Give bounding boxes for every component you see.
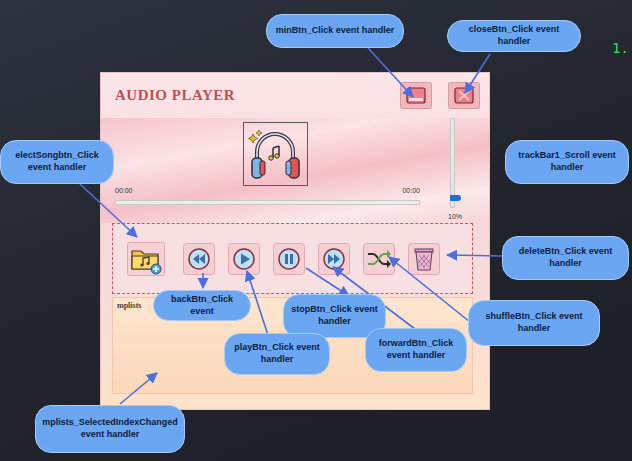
delete-button[interactable] [408,243,440,275]
annotation-arrow [389,257,470,322]
annotation-arrow [306,268,349,296]
elapsed-time: 00:00 [115,187,133,194]
stop-button[interactable] [273,243,305,275]
forward-button[interactable] [318,243,350,275]
minimize-button[interactable] [400,82,432,109]
callout-bubble: backBtn_Click event [153,290,251,321]
annotation-arrows [0,0,632,461]
callout-bubble: minBtn_Click event handler [266,14,404,48]
progress-bar[interactable] [115,200,420,205]
volume-reading: 10% [448,213,462,220]
annotated-screenshot: 1.AUDIO PLAYER00:0000:0010%mplistsminBtn… [0,0,632,461]
annotation-arrow [368,48,413,97]
play-button[interactable] [228,243,260,275]
annotation-arrow [447,255,502,256]
shuffle-button[interactable] [363,243,395,275]
controls-panel [112,223,473,294]
callout-bubble: trackBar1_Scroll event handler [505,140,629,184]
headphones-icon [243,122,308,186]
callout-bubble: closeBtn_Click event handler [447,20,581,52]
window-title: AUDIO PLAYER [115,87,235,104]
callout-bubble: shuffleBtn_Click event handler [468,300,600,346]
callout-bubble: mplists_SelectedIndexChanged event handl… [35,405,185,453]
corner-text: 1. [612,40,629,56]
callout-bubble: deleteBtn_Click event handler [502,236,629,280]
callout-bubble: forwardBtn_Click event handler [365,328,467,372]
annotation-arrow [80,184,137,237]
back-button[interactable] [183,243,215,275]
title-bar: AUDIO PLAYER [101,73,489,118]
annotation-arrow [465,54,490,93]
select-song-button[interactable] [127,242,165,276]
volume-slider[interactable] [450,118,455,208]
now-playing-area: 00:00 00:00 10% [101,118,489,223]
callout-bubble: electSongbtn_Click event handler [0,140,114,184]
annotation-arrow [120,373,157,404]
close-button[interactable] [448,82,480,109]
annotation-arrow [202,273,204,288]
total-time: 00:00 [402,187,420,194]
volume-thumb[interactable] [450,195,461,201]
callout-bubble: playBtn_Click event handler [224,333,330,375]
